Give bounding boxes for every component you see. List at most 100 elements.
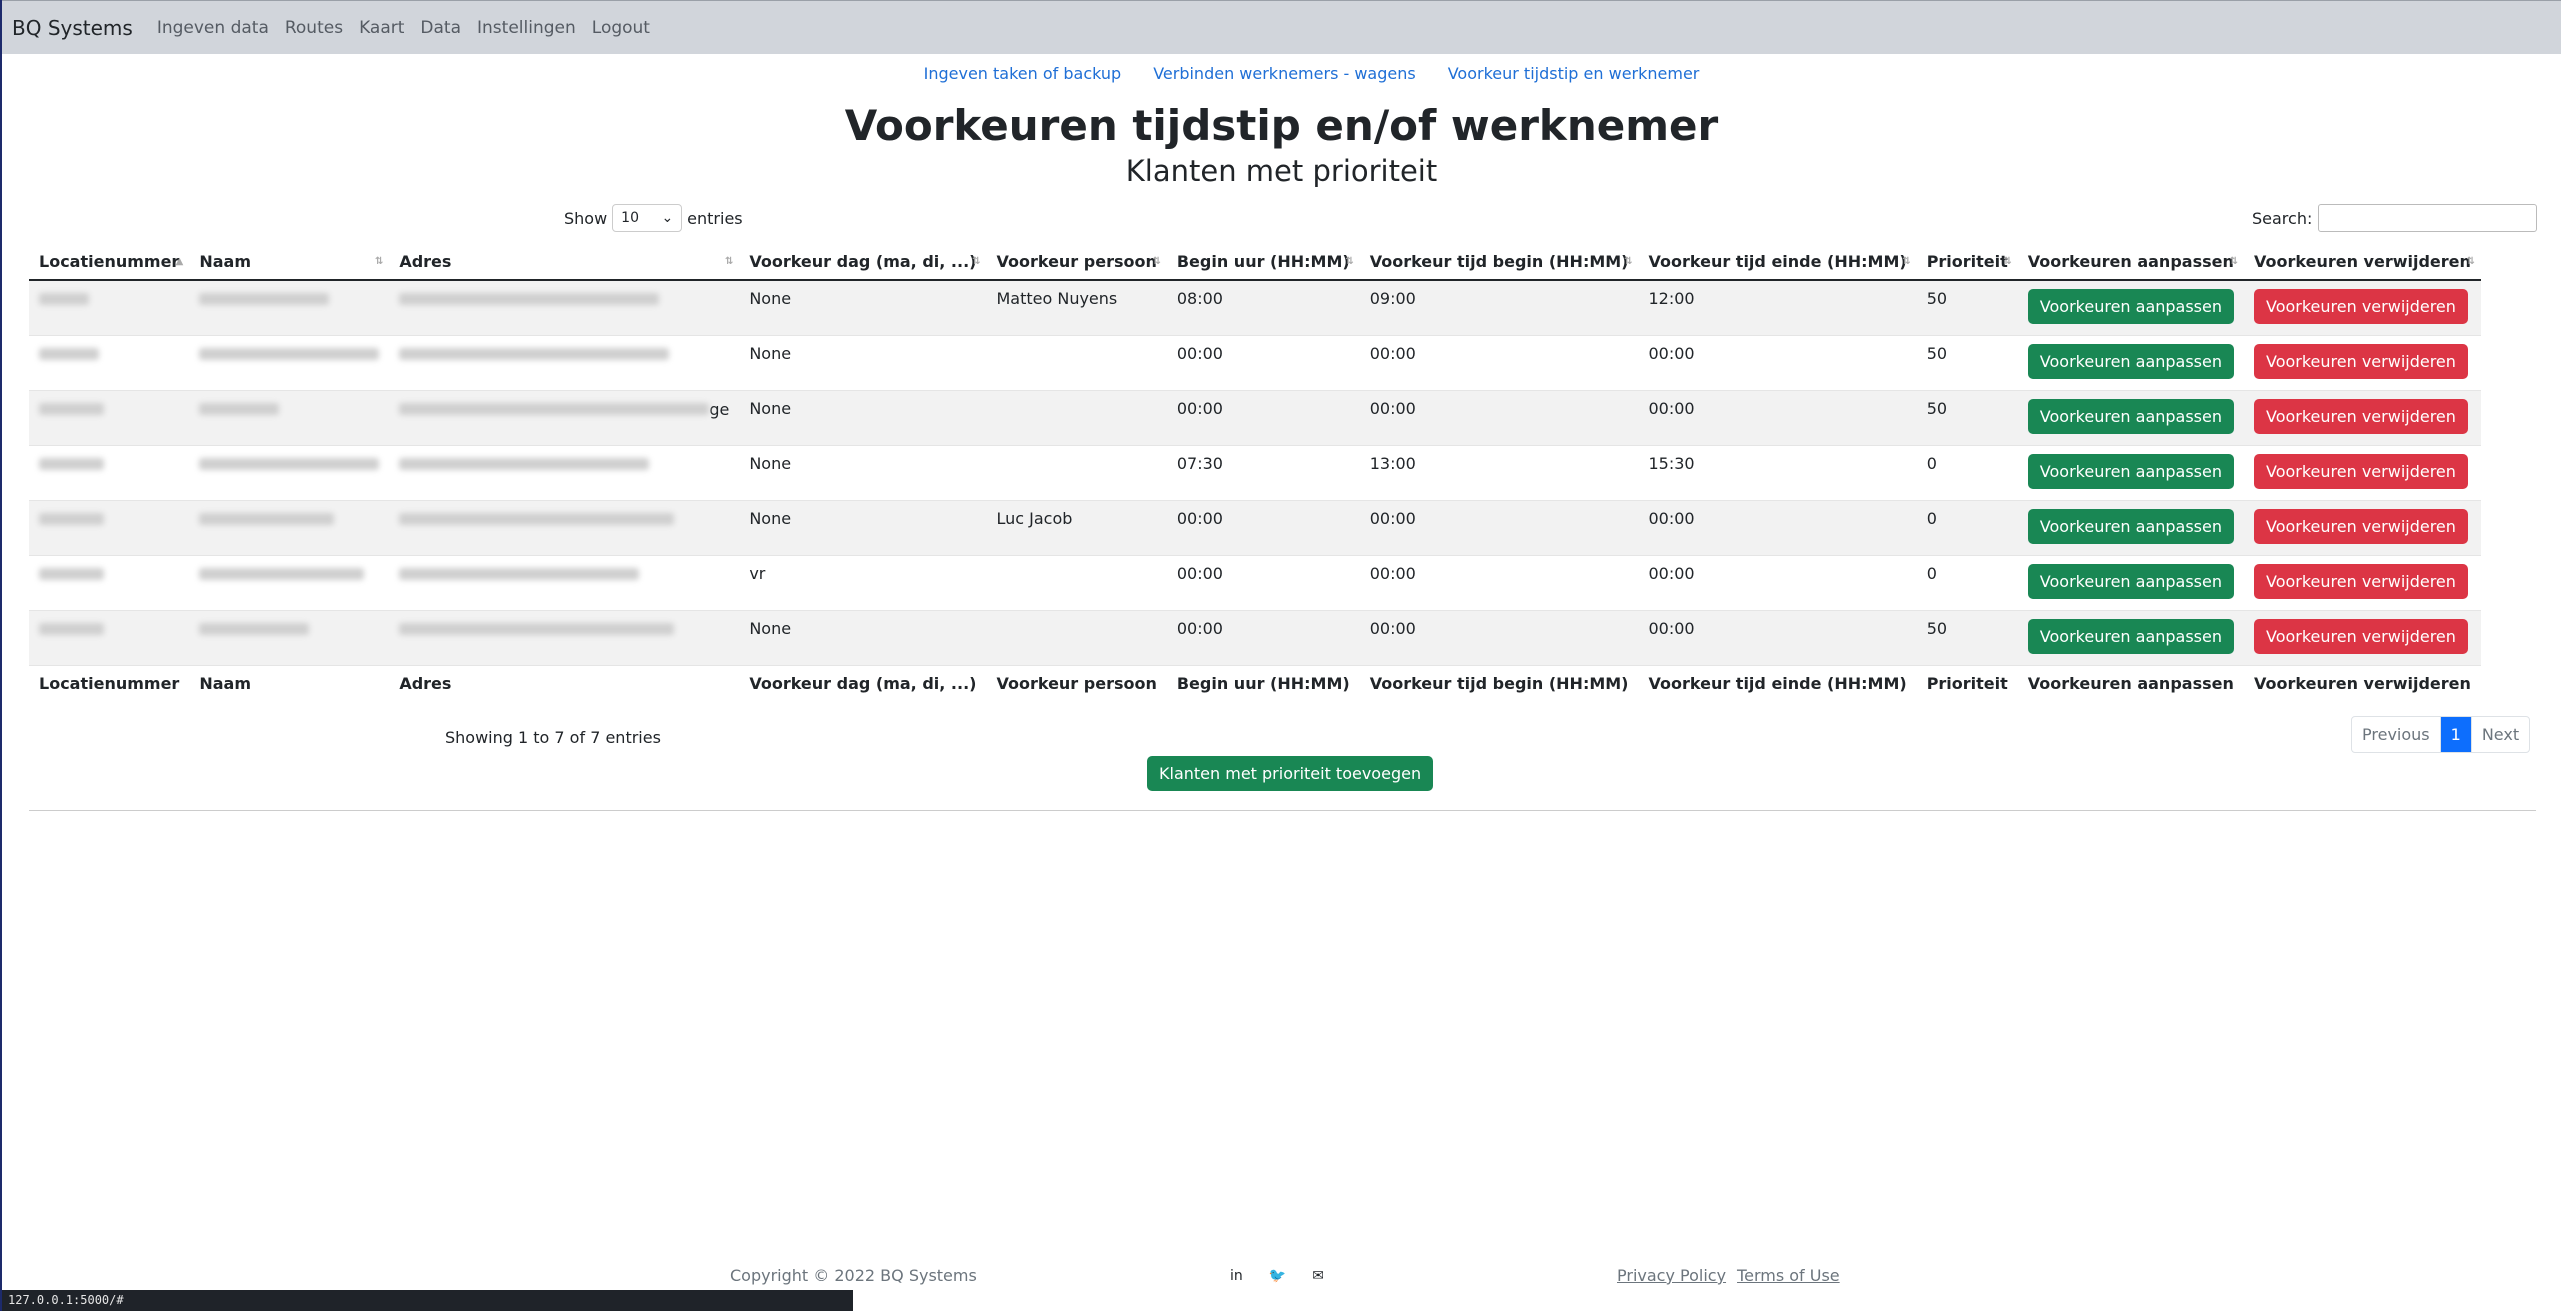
cell-tijd-einde: 00:00 xyxy=(1648,398,1695,418)
cell-begin-uur: 07:30 xyxy=(1176,453,1223,473)
redacted-text xyxy=(199,347,380,360)
col-naam[interactable]: Naam ⇅ xyxy=(189,244,390,281)
cell-begin-uur: 00:00 xyxy=(1176,618,1223,638)
terms-of-use-link[interactable]: Terms of Use xyxy=(1737,1266,1840,1285)
subnav-voorkeur[interactable]: Voorkeur tijdstip en werknemer xyxy=(1448,64,1700,83)
cell-locatienummer xyxy=(29,335,189,390)
edit-preferences-button[interactable]: Voorkeuren aanpassen xyxy=(2027,398,2234,434)
search-input[interactable] xyxy=(2318,204,2538,232)
privacy-policy-link[interactable]: Privacy Policy xyxy=(1617,1266,1726,1285)
cell-prioriteit: 50 xyxy=(1926,289,1948,308)
redacted-text xyxy=(39,567,104,580)
delete-preferences-button[interactable]: Voorkeuren verwijderen xyxy=(2254,289,2468,324)
cell-begin-uur: 00:00 xyxy=(1176,508,1223,528)
subnav: Ingeven taken of backup Verbinden werkne… xyxy=(62,64,2561,83)
pager-previous[interactable]: Previous xyxy=(2352,717,2441,752)
redacted-text xyxy=(399,457,650,470)
foot-begin-uur: Begin uur (HH:MM) xyxy=(1176,673,1350,693)
cell-aanpassen: Voorkeuren aanpassen xyxy=(2018,280,2244,335)
cell-locatienummer xyxy=(29,500,189,555)
col-verwijderen[interactable]: Voorkeuren verwijderen ⇅ xyxy=(2244,244,2481,281)
sort-icon: ⇅ xyxy=(374,256,384,267)
nav-data[interactable]: Data xyxy=(420,18,461,38)
subnav-backup[interactable]: Ingeven taken of backup xyxy=(924,64,1122,83)
delete-preferences-button[interactable]: Voorkeuren verwijderen xyxy=(2254,453,2468,489)
cell-aanpassen: Voorkeuren aanpassen xyxy=(2018,335,2244,390)
col-locatienummer[interactable]: Locatienummer ▲ xyxy=(29,244,190,281)
page-size-select[interactable]: 10 ⌄ xyxy=(612,204,683,232)
nav-instellingen[interactable]: Instellingen xyxy=(477,18,576,38)
cell-verwijderen: Voorkeuren verwijderen xyxy=(2244,555,2481,610)
edit-preferences-button[interactable]: Voorkeuren aanpassen xyxy=(2027,618,2234,654)
col-prioriteit[interactable]: Prioriteit ⇅ xyxy=(1916,244,2018,281)
edit-preferences-button[interactable]: Voorkeuren aanpassen xyxy=(2027,453,2234,489)
cell-locatienummer xyxy=(29,445,189,500)
page-title: Voorkeuren tijdstip en/of werknemer xyxy=(844,101,1719,150)
pager-page-1[interactable]: 1 xyxy=(2440,717,2472,752)
nav-ingeven-data[interactable]: Ingeven data xyxy=(157,18,269,38)
twitter-icon[interactable]: 🐦 xyxy=(1269,1268,1286,1284)
nav-kaart[interactable]: Kaart xyxy=(359,18,404,38)
edit-preferences-button[interactable]: Voorkeuren aanpassen xyxy=(2027,289,2234,324)
cell-naam xyxy=(189,555,389,610)
mail-icon[interactable]: ✉ xyxy=(1312,1268,1324,1284)
edit-preferences-button[interactable]: Voorkeuren aanpassen xyxy=(2027,563,2234,599)
cell-begin-uur: 08:00 xyxy=(1176,289,1223,308)
table-info: Showing 1 to 7 of 7 entries xyxy=(445,728,661,747)
table-row: None 00:00 00:00 00:00 50 Voorkeuren aanpasse… xyxy=(29,610,2481,665)
delete-preferences-button[interactable]: Voorkeuren verwijderen xyxy=(2254,618,2468,654)
page-size-value: 10 xyxy=(621,210,639,226)
cell-tijd-einde: 00:00 xyxy=(1648,618,1695,638)
cell-verwijderen: Voorkeuren verwijderen xyxy=(2244,445,2481,500)
delete-preferences-button[interactable]: Voorkeuren verwijderen xyxy=(2254,398,2468,434)
foot-tijd-begin: Voorkeur tijd begin (HH:MM) xyxy=(1369,673,1629,693)
edit-preferences-button[interactable]: Voorkeuren aanpassen xyxy=(2027,508,2234,544)
sort-icon: ⇅ xyxy=(1152,256,1161,267)
delete-preferences-button[interactable]: Voorkeuren verwijderen xyxy=(2254,508,2468,544)
edit-preferences-button[interactable]: Voorkeuren aanpassen xyxy=(2027,343,2234,379)
pager-next[interactable]: Next xyxy=(2472,717,2529,752)
cell-prioriteit: 0 xyxy=(1926,508,1937,528)
cell-verwijderen: Voorkeuren verwijderen xyxy=(2244,500,2481,555)
cell-voorkeur-dag: None xyxy=(749,508,792,528)
foot-locatienummer: Locatienummer xyxy=(39,673,180,693)
cell-adres xyxy=(389,445,739,500)
col-voorkeur-dag[interactable]: Voorkeur dag (ma, di, ...) ⇅ xyxy=(739,244,987,281)
table-row: None 07:30 13:00 15:30 0 Voorkeuren aanpassen… xyxy=(29,445,2481,500)
col-aanpassen[interactable]: Voorkeuren aanpassen ⇅ xyxy=(2017,244,2244,281)
cell-naam xyxy=(189,280,389,335)
cell-voorkeur-persoon xyxy=(986,610,1166,665)
cell-adres: ge xyxy=(389,390,739,445)
sort-icon: ▲ xyxy=(175,256,184,267)
cell-tijd-einde: 15:30 xyxy=(1648,453,1695,473)
redacted-text xyxy=(39,512,104,525)
brand-logo[interactable]: BQ Systems xyxy=(12,16,133,40)
subnav-verbinden[interactable]: Verbinden werknemers - wagens xyxy=(1153,64,1416,83)
col-tijd-einde[interactable]: Voorkeur tijd einde (HH:MM) ⇅ xyxy=(1638,244,1917,281)
redacted-text xyxy=(199,567,365,580)
redacted-text xyxy=(39,293,89,305)
sort-icon: ⇅ xyxy=(1624,256,1633,267)
cell-naam xyxy=(189,500,389,555)
col-begin-uur[interactable]: Begin uur (HH:MM) ⇅ xyxy=(1166,244,1360,281)
cell-aanpassen: Voorkeuren aanpassen xyxy=(2018,555,2244,610)
nav-logout[interactable]: Logout xyxy=(592,18,650,38)
cell-tijd-begin: 00:00 xyxy=(1369,398,1416,418)
col-voorkeur-persoon[interactable]: Voorkeur persoon ⇅ xyxy=(986,244,1167,281)
table-row: vr 00:00 00:00 00:00 0 Voorkeuren aanpassen Vo… xyxy=(29,555,2481,610)
linkedin-icon[interactable]: in xyxy=(1230,1268,1243,1284)
delete-preferences-button[interactable]: Voorkeuren verwijderen xyxy=(2254,343,2468,379)
adres-overflow-text: ge xyxy=(709,399,730,419)
cell-tijd-begin: 00:00 xyxy=(1369,618,1416,638)
sort-icon: ⇅ xyxy=(972,256,981,267)
table-row: None Luc Jacob 00:00 00:00 00:00 0 Voorkeuren … xyxy=(29,500,2481,555)
add-priority-customer-button[interactable]: Klanten met prioriteit toevoegen xyxy=(1147,756,1434,791)
col-tijd-begin[interactable]: Voorkeur tijd begin (HH:MM) ⇅ xyxy=(1359,244,1639,281)
delete-preferences-button[interactable]: Voorkeuren verwijderen xyxy=(2254,563,2468,599)
cell-prioriteit: 0 xyxy=(1926,563,1937,583)
nav-routes[interactable]: Routes xyxy=(285,18,343,38)
foot-tijd-einde: Voorkeur tijd einde (HH:MM) xyxy=(1648,673,1907,693)
col-adres[interactable]: Adres ⇅ xyxy=(389,244,740,281)
cell-locatienummer xyxy=(29,555,189,610)
foot-naam: Naam xyxy=(199,673,251,693)
